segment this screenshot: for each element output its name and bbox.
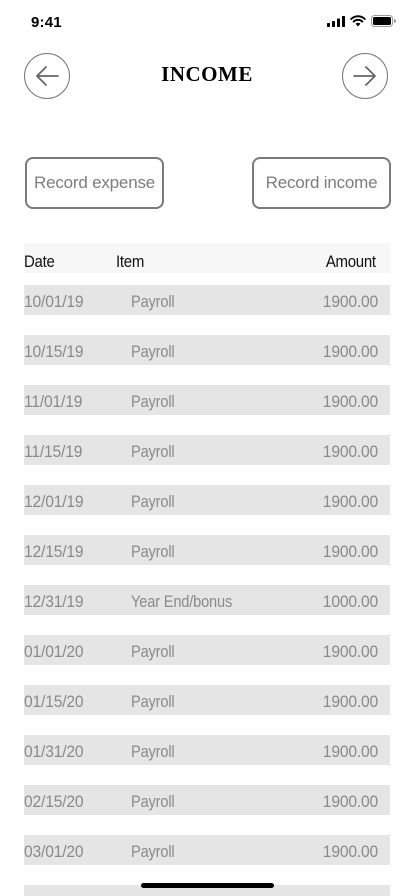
table-row[interactable]: 01/01/20 Payroll 1900.00 bbox=[24, 635, 390, 665]
row-date: 10/01/19 bbox=[24, 292, 84, 311]
row-item: Payroll bbox=[131, 292, 175, 311]
row-amount: 1900.00 bbox=[322, 442, 378, 461]
table-row[interactable]: 11/15/19 Payroll 1900.00 bbox=[24, 435, 390, 465]
table-row[interactable]: 12/31/19 Year End/bonus 1000.00 bbox=[24, 585, 390, 615]
home-indicator[interactable] bbox=[141, 883, 274, 888]
column-header-date: Date bbox=[24, 252, 55, 271]
row-amount: 1900.00 bbox=[322, 792, 378, 811]
battery-icon bbox=[371, 15, 396, 27]
row-amount: 1900.00 bbox=[322, 842, 378, 861]
arrow-right-icon bbox=[353, 66, 376, 86]
row-item: Payroll bbox=[131, 392, 175, 411]
row-item: Year End/bonus bbox=[131, 592, 233, 611]
table-row[interactable]: 03/01/20 Payroll 1900.00 bbox=[24, 835, 390, 865]
table-row[interactable]: 01/31/20 Payroll 1900.00 bbox=[24, 735, 390, 765]
row-item: Payroll bbox=[131, 442, 175, 461]
row-amount: 1900.00 bbox=[322, 392, 378, 411]
row-amount: 1900.00 bbox=[322, 292, 378, 311]
row-date: 12/15/19 bbox=[24, 542, 84, 561]
table-row[interactable]: 12/15/19 Payroll 1900.00 bbox=[24, 535, 390, 565]
row-date: 01/15/20 bbox=[24, 692, 84, 711]
row-date: 12/31/19 bbox=[24, 592, 84, 611]
row-amount: 1900.00 bbox=[322, 542, 378, 561]
row-amount: 1000.00 bbox=[322, 592, 378, 611]
row-item: Payroll bbox=[131, 792, 175, 811]
row-item: Payroll bbox=[131, 642, 175, 661]
row-date: 10/15/19 bbox=[24, 342, 84, 361]
row-item: Payroll bbox=[131, 742, 175, 761]
record-income-button[interactable]: Record income bbox=[252, 157, 391, 209]
row-amount: 1900.00 bbox=[322, 492, 378, 511]
row-date: 02/15/20 bbox=[24, 792, 84, 811]
row-amount: 1900.00 bbox=[322, 742, 378, 761]
row-item: Payroll bbox=[131, 342, 175, 361]
row-amount: 1900.00 bbox=[322, 692, 378, 711]
row-item: Payroll bbox=[131, 842, 175, 861]
table-row[interactable]: 12/01/19 Payroll 1900.00 bbox=[24, 485, 390, 515]
table-header: Date Item Amount bbox=[24, 243, 390, 273]
row-date: 03/01/20 bbox=[24, 842, 84, 861]
forward-button[interactable] bbox=[342, 53, 388, 99]
table-row[interactable]: 01/15/20 Payroll 1900.00 bbox=[24, 685, 390, 715]
row-date: 01/31/20 bbox=[24, 742, 84, 761]
status-time: 9:41 bbox=[31, 14, 62, 31]
row-item: Payroll bbox=[131, 492, 175, 511]
income-table: 10/01/19 Payroll 1900.00 10/15/19 Payrol… bbox=[24, 285, 390, 885]
status-bar: 9:41 bbox=[0, 0, 414, 44]
row-amount: 1900.00 bbox=[322, 342, 378, 361]
wifi-icon bbox=[350, 15, 366, 27]
row-item: Payroll bbox=[131, 692, 175, 711]
row-date: 01/01/20 bbox=[24, 642, 84, 661]
row-date: 11/15/19 bbox=[24, 442, 83, 461]
row-date: 11/01/19 bbox=[24, 392, 83, 411]
column-header-amount: Amount bbox=[326, 252, 376, 271]
table-row[interactable]: 10/01/19 Payroll 1900.00 bbox=[24, 285, 390, 315]
table-row[interactable]: 11/01/19 Payroll 1900.00 bbox=[24, 385, 390, 415]
table-row[interactable]: 10/15/19 Payroll 1900.00 bbox=[24, 335, 390, 365]
row-date: 12/01/19 bbox=[24, 492, 84, 511]
row-item: Payroll bbox=[131, 542, 175, 561]
status-icons bbox=[327, 15, 396, 27]
table-row[interactable]: 02/15/20 Payroll 1900.00 bbox=[24, 785, 390, 815]
signal-icon bbox=[327, 15, 345, 27]
column-header-item: Item bbox=[116, 252, 145, 271]
record-expense-button[interactable]: Record expense bbox=[25, 157, 164, 209]
row-amount: 1900.00 bbox=[322, 642, 378, 661]
